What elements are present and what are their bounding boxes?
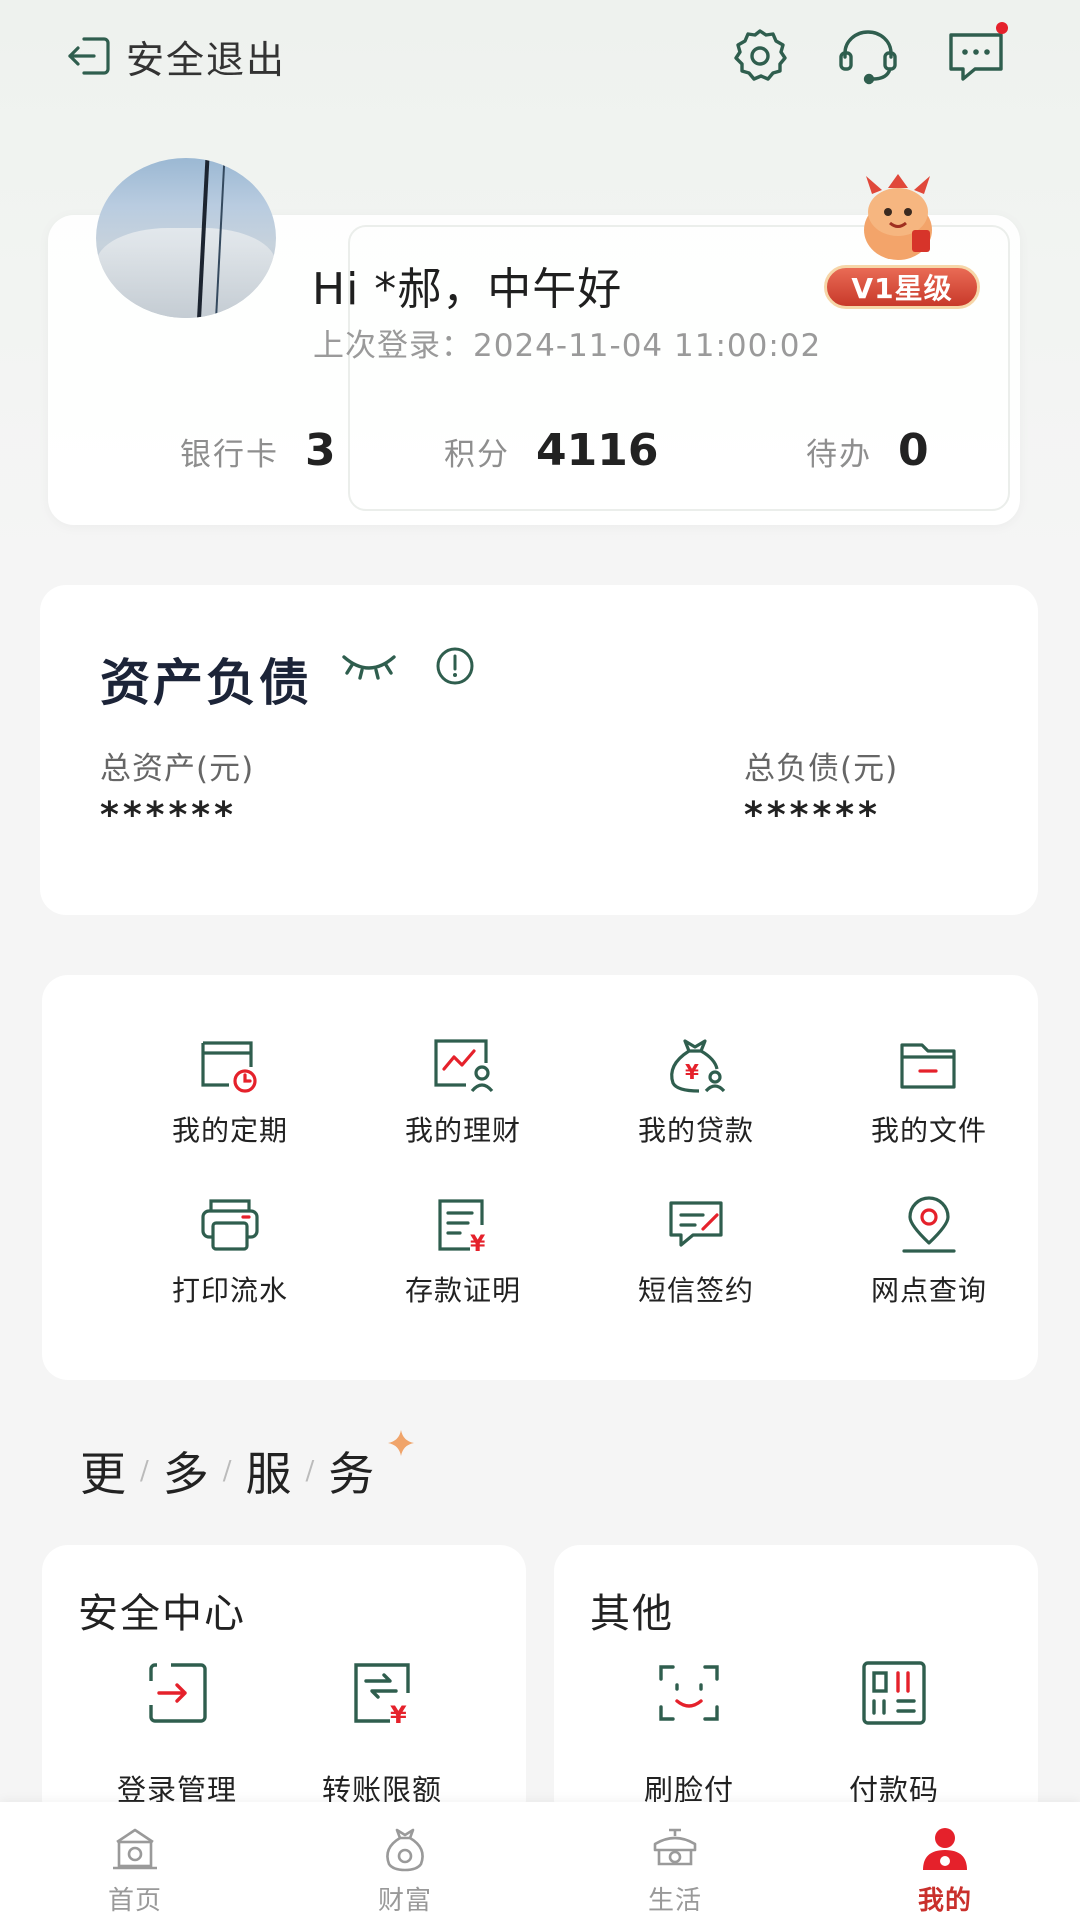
face-pay-item[interactable]: 刷脸付: [599, 1657, 779, 1809]
more-services-char: 多: [162, 1447, 209, 1501]
points-value: 4116: [536, 425, 659, 476]
points-stat[interactable]: 积分 4116: [444, 425, 658, 476]
login-icon: [149, 1663, 207, 1723]
todo-stat[interactable]: 待办 0: [806, 425, 929, 476]
avatar[interactable]: [96, 158, 276, 318]
service-label: 网点查询: [870, 1274, 987, 1307]
headset-icon: [839, 30, 897, 85]
bank-card-stat[interactable]: 银行卡 3: [180, 425, 336, 476]
nav-label: 财富: [377, 1886, 432, 1916]
customer-service-button[interactable]: [834, 22, 902, 90]
security-center-card: 安全中心 登录管理 ¥ 转账限额: [42, 1545, 526, 1825]
total-assets-value: ******: [100, 795, 237, 836]
message-icon: [949, 33, 1003, 81]
eye-closed-icon[interactable]: [340, 645, 398, 685]
service-label: 我的定期: [171, 1114, 288, 1147]
messages-button[interactable]: [942, 22, 1010, 90]
more-services-char: 务: [328, 1447, 375, 1501]
more-services-char: 服: [245, 1447, 292, 1501]
service-wealth[interactable]: 我的理财: [363, 1035, 563, 1165]
service-label: 我的文件: [870, 1114, 987, 1147]
sparkle-icon: [388, 1430, 414, 1456]
others-title: 其他: [590, 1591, 674, 1637]
nav-wealth[interactable]: 财富: [270, 1802, 540, 1920]
nav-label: 我的: [917, 1886, 972, 1916]
home-icon: [113, 1828, 157, 1870]
svg-text:¥: ¥: [685, 1060, 699, 1084]
wealth-chart-icon: [434, 1039, 494, 1093]
services-card: 我的定期 我的理财 ¥ 我的贷款 我的文件 打印流水 ¥ 存款证明 短信签约 网…: [42, 975, 1038, 1380]
assets-title: 资产负债: [100, 654, 312, 712]
top-bar: 安全退出: [0, 0, 1080, 120]
bank-card-label: 银行卡: [180, 437, 279, 473]
calendar-clock-icon: [201, 1041, 257, 1093]
profile-icon: [923, 1828, 967, 1870]
points-label: 积分: [444, 437, 510, 473]
service-fixed-deposit[interactable]: 我的定期: [130, 1035, 330, 1165]
service-label: 打印流水: [171, 1274, 288, 1307]
sms-sign-icon: [669, 1201, 723, 1247]
total-liabilities-label: 总负债(元): [744, 751, 899, 787]
title-divider: /: [140, 1456, 149, 1486]
more-services-title: 更 / 多 / 服 / 务: [80, 1438, 374, 1504]
greeting-text: Hi *郝，中午好: [312, 264, 623, 315]
title-divider: /: [222, 1456, 232, 1486]
service-print-statement[interactable]: 打印流水: [130, 1195, 330, 1325]
title-divider: /: [305, 1456, 315, 1486]
service-loan[interactable]: ¥ 我的贷款: [596, 1035, 796, 1165]
logout-icon: [68, 37, 110, 75]
logout-label: 安全退出: [126, 37, 287, 82]
deposit-certificate-icon: ¥: [438, 1199, 486, 1255]
svg-text:¥: ¥: [390, 1701, 407, 1729]
others-card: 其他 刷脸付 付款码: [554, 1545, 1038, 1825]
life-icon: [653, 1828, 697, 1866]
loan-bag-icon: ¥: [670, 1039, 726, 1093]
service-label: 短信签约: [637, 1274, 754, 1307]
todo-value: 0: [898, 425, 929, 476]
transfer-limit-item[interactable]: ¥ 转账限额: [292, 1657, 472, 1809]
location-pin-icon: [902, 1196, 956, 1253]
service-sms-sign[interactable]: 短信签约: [596, 1195, 796, 1325]
service-files[interactable]: 我的文件: [829, 1035, 1029, 1165]
service-branch-locator[interactable]: 网点查询: [829, 1195, 1029, 1325]
printer-icon: [201, 1199, 259, 1251]
settings-button[interactable]: [726, 22, 794, 90]
assets-card: 资产负债 总资产(元) ****** 总负债(元) ******: [40, 585, 1038, 915]
svg-text:¥: ¥: [470, 1232, 486, 1255]
service-label: 我的贷款: [637, 1114, 754, 1147]
wealth-icon: [386, 1828, 424, 1872]
folder-icon: [900, 1043, 956, 1089]
login-management-item[interactable]: 登录管理: [87, 1657, 267, 1809]
nav-label: 生活: [647, 1886, 702, 1916]
security-center-title: 安全中心: [78, 1591, 246, 1637]
nav-mine[interactable]: 我的: [810, 1802, 1080, 1920]
last-login-text: 上次登录：2024-11-04 11:00:02: [313, 328, 822, 364]
nav-life[interactable]: 生活: [540, 1802, 810, 1920]
nav-home[interactable]: 首页: [0, 1802, 270, 1920]
gear-icon: [734, 29, 787, 81]
total-assets-label: 总资产(元): [100, 751, 255, 787]
dragon-mascot-icon: [864, 174, 932, 260]
face-pay-icon: [659, 1665, 719, 1721]
service-label: 我的理财: [404, 1114, 521, 1147]
bottom-nav: 首页 财富 生活 我的: [0, 1802, 1080, 1920]
level-badge[interactable]: V1星级: [824, 265, 980, 309]
nav-label: 首页: [107, 1886, 162, 1916]
bank-card-value: 3: [305, 425, 336, 476]
avatar-cloud: [96, 228, 276, 318]
service-deposit-certificate[interactable]: ¥ 存款证明: [363, 1195, 563, 1325]
total-liabilities-value: ******: [744, 795, 881, 836]
info-icon[interactable]: [434, 645, 476, 687]
todo-label: 待办: [806, 437, 872, 473]
payment-code-icon: [862, 1661, 926, 1725]
transfer-limit-icon: ¥: [354, 1663, 410, 1729]
service-label: 存款证明: [404, 1274, 521, 1307]
unread-dot: [996, 22, 1008, 34]
payment-code-item[interactable]: 付款码: [804, 1657, 984, 1809]
logout-button[interactable]: 安全退出: [66, 28, 286, 84]
more-services-char: 更: [80, 1447, 126, 1501]
